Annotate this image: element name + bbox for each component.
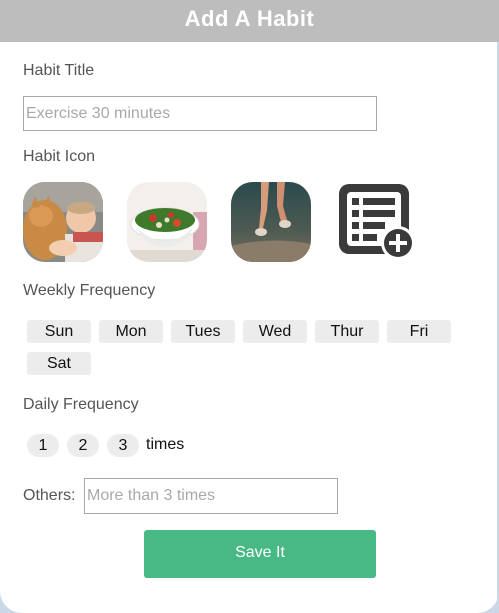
save-button[interactable]: Save It bbox=[144, 530, 376, 578]
habit-title-input[interactable] bbox=[23, 96, 377, 131]
day-chip-tues[interactable]: Tues bbox=[171, 320, 235, 343]
day-chip-wed[interactable]: Wed bbox=[243, 320, 307, 343]
weekly-frequency-label: Weekly Frequency bbox=[23, 282, 156, 299]
day-chip-mon[interactable]: Mon bbox=[99, 320, 163, 343]
habit-title-label: Habit Title bbox=[23, 62, 95, 79]
cat-and-baby-photo-icon[interactable] bbox=[23, 182, 103, 262]
page-title: Add A Habit bbox=[0, 0, 499, 42]
add-list-icon[interactable] bbox=[335, 182, 415, 262]
others-input[interactable] bbox=[84, 478, 338, 514]
salad-bowl-photo-icon[interactable] bbox=[127, 182, 207, 262]
add-habit-card: Add A Habit Habit Title Habit Icon bbox=[0, 0, 499, 613]
times-suffix: times bbox=[146, 436, 185, 453]
day-chip-thur[interactable]: Thur bbox=[315, 320, 379, 343]
day-chip-fri[interactable]: Fri bbox=[387, 320, 451, 343]
daily-option-1[interactable]: 1 bbox=[27, 434, 59, 457]
daily-option-2[interactable]: 2 bbox=[67, 434, 99, 457]
day-chip-sun[interactable]: Sun bbox=[27, 320, 91, 343]
habit-icon-label: Habit Icon bbox=[23, 148, 96, 165]
running-legs-photo-icon[interactable] bbox=[231, 182, 311, 262]
daily-frequency-label: Daily Frequency bbox=[23, 396, 139, 413]
habit-icon-picker bbox=[23, 182, 415, 262]
day-chip-sat[interactable]: Sat bbox=[27, 352, 91, 375]
daily-option-3[interactable]: 3 bbox=[107, 434, 139, 457]
others-label: Others: bbox=[23, 487, 76, 504]
